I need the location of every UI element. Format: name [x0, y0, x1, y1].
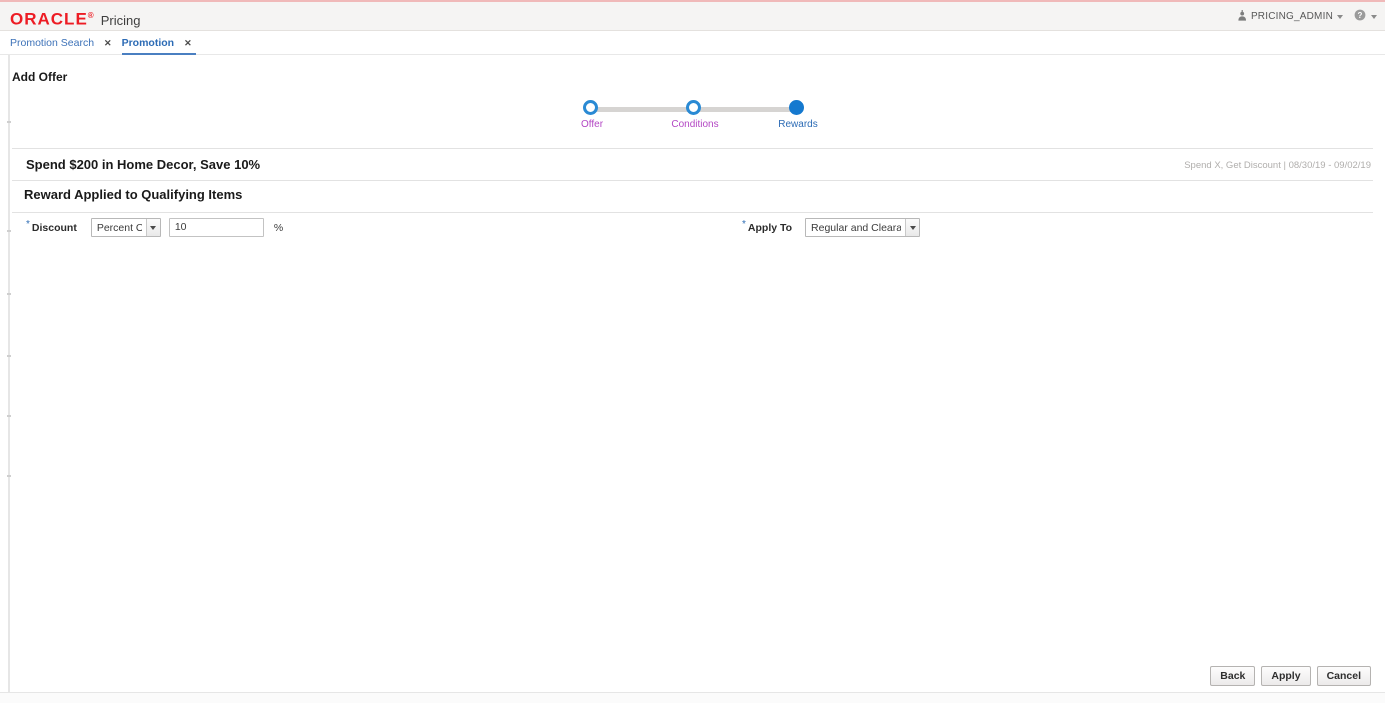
divider-above-offer-header	[12, 148, 1373, 149]
global-header: ORACLE® Pricing PRICING_ADMIN ?	[0, 2, 1385, 31]
username-label: PRICING_ADMIN	[1250, 11, 1333, 22]
reward-form-row: * Discount Percent Off % * Apply To Regu…	[0, 218, 1385, 238]
required-marker: *	[742, 218, 746, 230]
header-right-cluster: PRICING_ADMIN ?	[1238, 9, 1377, 24]
footer-button-bar: Back Apply Cancel	[1210, 666, 1371, 686]
footer-band	[0, 693, 1385, 703]
discount-amount-input[interactable]	[168, 218, 264, 237]
close-icon[interactable]: ✕	[104, 38, 112, 48]
caret-down-icon	[1371, 14, 1377, 19]
brand-area: ORACLE® Pricing	[10, 6, 140, 30]
tab-promotion[interactable]: Promotion ✕	[121, 31, 202, 55]
discount-type-select[interactable]: Percent Off	[90, 218, 161, 237]
caret-down-icon	[1337, 14, 1343, 19]
apply-button[interactable]: Apply	[1261, 666, 1311, 686]
field-apply-to: * Apply To Regular and Clearance	[742, 218, 921, 237]
back-button[interactable]: Back	[1210, 666, 1256, 686]
sidebar-splitter-handle[interactable]	[7, 55, 11, 703]
discount-type-select-wrapper: Percent Off	[90, 218, 161, 237]
user-menu-button[interactable]: PRICING_ADMIN	[1238, 9, 1343, 24]
help-menu-button[interactable]: ?	[1354, 9, 1377, 24]
apply-to-select-wrapper: Regular and Clearance	[805, 218, 921, 237]
close-icon[interactable]: ✕	[184, 38, 192, 48]
application-window: ORACLE® Pricing PRICING_ADMIN ? Promotio…	[0, 0, 1385, 703]
help-circle-icon: ?	[1354, 9, 1366, 24]
discount-unit-label: %	[273, 221, 284, 234]
wizard-train: Offer Conditions Rewards	[0, 100, 1385, 140]
splitter-notch	[7, 293, 11, 295]
page-title: Add Offer	[12, 70, 68, 84]
field-label-discount: Discount	[31, 221, 77, 234]
offer-name-heading: Spend $200 in Home Decor, Save 10%	[26, 157, 261, 172]
train-stop-dot-icon[interactable]	[789, 100, 804, 115]
oracle-logo: ORACLE®	[10, 9, 94, 29]
splitter-notch	[7, 475, 11, 477]
app-name-label: Pricing	[100, 12, 141, 28]
trademark-mark: ®	[87, 11, 94, 20]
required-marker: *	[26, 218, 30, 230]
tab-strip: Promotion Search ✕ Promotion ✕	[0, 31, 1385, 55]
field-discount: * Discount Percent Off %	[26, 218, 283, 237]
train-stop-dot-icon[interactable]	[686, 100, 701, 115]
splitter-notch	[7, 415, 11, 417]
divider-above-form	[12, 212, 1373, 213]
tab-label[interactable]: Promotion Search	[10, 37, 94, 49]
field-label-apply-to: Apply To	[747, 221, 793, 234]
tab-label[interactable]: Promotion	[122, 37, 175, 49]
offer-meta-label: Spend X, Get Discount | 08/30/19 - 09/02…	[1184, 160, 1371, 171]
divider-below-offer-header	[12, 180, 1373, 181]
apply-to-select[interactable]: Regular and Clearance	[805, 218, 921, 237]
cancel-button[interactable]: Cancel	[1316, 666, 1371, 686]
train-stop-label[interactable]: Offer	[581, 119, 603, 130]
train-stop-dot-icon[interactable]	[583, 100, 598, 115]
splitter-notch	[7, 355, 11, 357]
section-title: Reward Applied to Qualifying Items	[24, 187, 243, 202]
train-stop-label[interactable]: Conditions	[671, 119, 718, 130]
user-bust-icon	[1238, 9, 1247, 24]
tab-promotion-search[interactable]: Promotion Search ✕	[10, 31, 122, 55]
tab-list: Promotion Search ✕ Promotion ✕	[10, 31, 202, 55]
train-stop-label[interactable]: Rewards	[778, 119, 817, 130]
svg-text:?: ?	[1358, 11, 1363, 20]
wizard-train-track: Offer Conditions Rewards	[581, 100, 818, 140]
